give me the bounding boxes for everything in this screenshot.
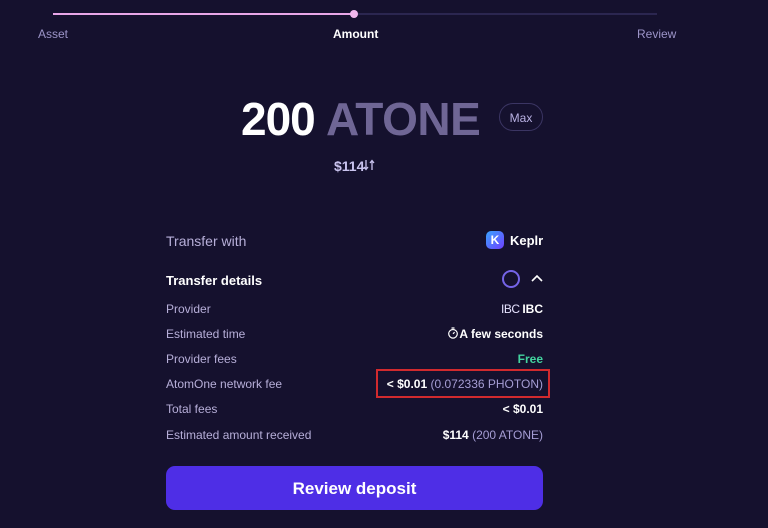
provider-fees-value: Free <box>517 352 543 366</box>
provider-fees-label: Provider fees <box>166 352 237 366</box>
amount-received-token: (200 ATONE) <box>472 428 543 442</box>
step-asset[interactable]: Asset <box>38 27 68 41</box>
provider-value: IBC <box>522 302 543 316</box>
estimated-time-label: Estimated time <box>166 327 246 341</box>
step-amount[interactable]: Amount <box>333 27 378 41</box>
amount-received-value: $114 (200 ATONE) <box>443 428 543 442</box>
highlight-box <box>376 369 550 398</box>
provider-label: Provider <box>166 302 211 316</box>
transfer-details-title[interactable]: Transfer details <box>166 273 262 288</box>
total-fees-value: < $0.01 <box>502 402 543 416</box>
ibc-logo-icon: IBC <box>501 302 520 316</box>
wallet-name[interactable]: Keplr <box>510 233 543 248</box>
spinner-icon <box>502 270 520 288</box>
swap-vertical-icon[interactable] <box>363 157 375 173</box>
stepper-progress <box>53 13 354 15</box>
timer-icon <box>448 327 458 339</box>
max-button[interactable]: Max <box>499 103 543 131</box>
amount-received-usd: $114 <box>442 428 469 442</box>
amount-unit: ATONE <box>326 93 481 145</box>
amount-display[interactable]: 200 ATONE Max <box>0 92 768 148</box>
fiat-value: $114 <box>334 158 365 174</box>
transfer-with-label: Transfer with <box>166 233 247 249</box>
progress-stepper: Asset Amount Review <box>0 0 768 50</box>
total-fees-label: Total fees <box>166 402 218 416</box>
stepper-current-dot <box>350 10 358 18</box>
keplr-icon: K <box>486 231 504 249</box>
estimated-time-value: A few seconds <box>459 327 543 341</box>
network-fee-label: AtomOne network fee <box>166 377 283 391</box>
step-review[interactable]: Review <box>637 27 676 41</box>
amount-value[interactable]: 200 <box>241 92 316 146</box>
amount-received-label: Estimated amount received <box>166 428 312 442</box>
review-deposit-button[interactable]: Review deposit <box>166 466 543 510</box>
chevron-up-icon[interactable] <box>530 271 544 285</box>
